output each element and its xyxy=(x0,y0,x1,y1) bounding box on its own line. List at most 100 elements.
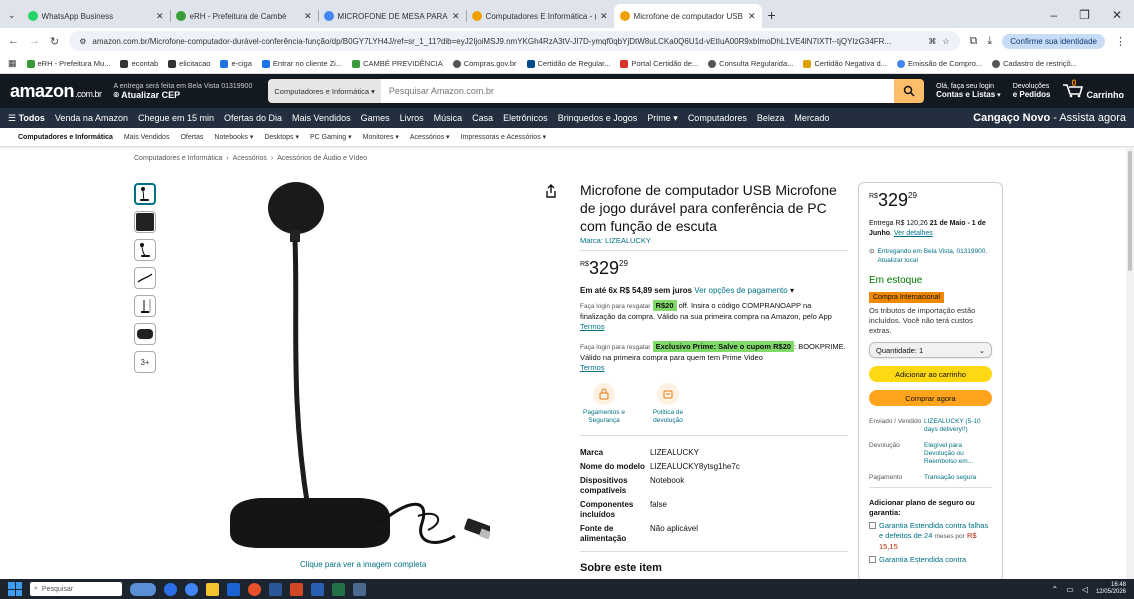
payment-link[interactable]: Transação segura xyxy=(924,474,992,482)
windows-start-icon[interactable] xyxy=(8,582,22,596)
search-category-select[interactable]: Computadores e Informática ▾ xyxy=(268,79,381,103)
bookmark-item[interactable]: CAMBÉ PREVIDÊNCIA xyxy=(352,59,443,68)
nav-item[interactable]: Casa xyxy=(472,113,493,123)
minimize-icon[interactable]: – xyxy=(1050,8,1057,22)
nav-item[interactable]: Chegue em 15 min xyxy=(138,113,214,123)
excel-icon[interactable] xyxy=(332,582,345,596)
return-link[interactable]: Elegível para Devolução ou Reembolso em.… xyxy=(924,442,992,466)
thumbnail[interactable] xyxy=(134,239,156,261)
tab-amazon-product[interactable]: Microfone de computador USB ✕ xyxy=(613,4,762,28)
nav-item[interactable]: Eletrônicos xyxy=(503,113,548,123)
breadcrumb-item[interactable]: Acessórios de Áudio e Vídeo xyxy=(277,155,367,162)
new-tab-button[interactable]: + xyxy=(768,7,776,23)
nav-item[interactable]: Mercado xyxy=(794,113,829,123)
close-icon[interactable]: ✕ xyxy=(156,11,164,22)
word-icon[interactable] xyxy=(269,582,282,596)
close-icon[interactable]: ✕ xyxy=(304,11,312,22)
reload-icon[interactable]: ↻ xyxy=(50,35,59,48)
thumbnail[interactable] xyxy=(134,323,156,345)
amazon-logo[interactable]: amazon .com.br xyxy=(10,81,102,102)
terms-link[interactable]: Termos xyxy=(580,322,605,331)
weather-widget-icon[interactable] xyxy=(130,582,156,596)
breadcrumb-item[interactable]: Computadores e Informática xyxy=(134,155,222,162)
nav-item[interactable]: Ofertas do Dia xyxy=(224,113,282,123)
bookmark-item[interactable]: Certidão Negativa d... xyxy=(803,59,887,68)
volume-icon[interactable]: ◁ xyxy=(1082,585,1088,593)
extensions-icon[interactable]: ⧉ xyxy=(970,35,978,48)
bookmark-item[interactable]: econtab xyxy=(120,59,158,68)
delivery-location[interactable]: A entrega será feita em Bela Vista 01319… xyxy=(114,82,253,101)
delivery-location-link[interactable]: ⊙ Entregando em Bela Vista, 01319900. At… xyxy=(869,247,992,265)
thumbnail[interactable] xyxy=(134,183,156,205)
subnav-item[interactable]: Monitores ▾ xyxy=(363,133,399,141)
site-info-icon[interactable]: ⚙ xyxy=(79,37,86,46)
search-button[interactable] xyxy=(894,79,925,103)
terms-link[interactable]: Termos xyxy=(580,363,605,372)
subnav-item[interactable]: Mais Vendidos xyxy=(124,134,170,141)
more-images-button[interactable]: 3+ xyxy=(134,351,156,373)
return-policy-feature[interactable]: Política de devolução xyxy=(644,383,692,425)
nav-item[interactable]: Mais Vendidos xyxy=(292,113,351,123)
payment-options-link[interactable]: Ver opções de pagamento xyxy=(694,286,787,295)
seller-link[interactable]: LIZEALUCKY (5-10 days delivery!!) xyxy=(924,418,992,434)
restore-icon[interactable]: ❐ xyxy=(1079,8,1090,22)
chevron-down-icon[interactable]: ▾ xyxy=(790,286,794,295)
subnav-item[interactable]: Notebooks ▾ xyxy=(214,133,253,141)
bookmark-item[interactable]: Consulta Regularida... xyxy=(708,59,793,68)
nav-item[interactable]: Livros xyxy=(400,113,424,123)
edge-icon[interactable] xyxy=(164,582,177,596)
nav-item-todos[interactable]: ☰ Todos xyxy=(8,113,45,124)
coupon-badge[interactable]: R$20 xyxy=(652,300,677,311)
search-input[interactable] xyxy=(380,79,895,103)
tab-whatsapp[interactable]: WhatsApp Business ✕ xyxy=(22,4,170,28)
thumbnail[interactable] xyxy=(134,295,156,317)
nav-item[interactable]: Computadores xyxy=(688,113,747,123)
nav-item[interactable]: Brinquedos e Jogos xyxy=(558,113,638,123)
bookmark-item[interactable]: eRH - Prefeitura Mu... xyxy=(26,59,110,68)
tab-erh[interactable]: eRH - Prefeitura de Cambé ✕ xyxy=(169,4,318,28)
menu-kebab-icon[interactable]: ⋮ xyxy=(1115,35,1126,48)
url-field[interactable]: ⚙ amazon.com.br/Microfone-computador-dur… xyxy=(69,31,960,51)
add-to-cart-button[interactable]: Adicionar ao carrinho xyxy=(869,366,992,382)
nav-item[interactable]: Games xyxy=(361,113,390,123)
bookmark-item[interactable]: elicitacao xyxy=(168,59,210,68)
pdf-icon[interactable] xyxy=(290,582,303,596)
chrome-icon[interactable] xyxy=(185,582,198,596)
tab-amazon-category[interactable]: Computadores E Informática - ( ✕ xyxy=(465,4,614,28)
page-scrollbar[interactable] xyxy=(1126,147,1134,579)
subnav-item[interactable]: Computadores e Informática xyxy=(18,134,113,141)
close-window-icon[interactable]: ✕ xyxy=(1112,8,1122,22)
nav-item[interactable]: Música xyxy=(434,113,463,123)
checkbox[interactable] xyxy=(869,556,876,563)
tab-list-chevron-icon[interactable]: ⌄ xyxy=(8,10,16,21)
nav-item[interactable]: Venda na Amazon xyxy=(55,113,128,123)
checkbox[interactable] xyxy=(869,522,876,529)
payment-security-feature[interactable]: Pagamentos e Segurança xyxy=(580,383,628,425)
breadcrumb-item[interactable]: Acessórios xyxy=(233,155,267,162)
download-icon[interactable]: ⤓ xyxy=(987,35,992,48)
tab-google-search[interactable]: MICROFONE DE MESA PARA C( ✕ xyxy=(317,4,466,28)
nav-promo[interactable]: Cangaço Novo - Assista agora xyxy=(973,112,1126,124)
store-icon[interactable] xyxy=(227,582,240,596)
identity-button[interactable]: Confirme sua identidade xyxy=(1002,33,1105,49)
subnav-item[interactable]: Desktops ▾ xyxy=(264,133,299,141)
account-lists-link[interactable]: Olá, faça seu login Contas e Listas ▾ xyxy=(936,83,1001,100)
file-explorer-icon[interactable] xyxy=(206,582,219,596)
thumbnail[interactable] xyxy=(134,211,156,233)
bookmark-item[interactable]: Certidão de Regular... xyxy=(526,59,610,68)
quantity-select[interactable]: Quantidade: 1 ⌄ xyxy=(869,342,992,358)
delivery-details-link[interactable]: Ver detalhes xyxy=(894,230,933,237)
back-icon[interactable]: ← xyxy=(8,35,19,47)
protection-plan-option[interactable]: Garantia Estendida contra xyxy=(869,555,992,565)
share-icon[interactable] xyxy=(545,184,557,203)
network-icon[interactable]: ▭ xyxy=(1066,585,1074,593)
subnav-item[interactable]: Ofertas xyxy=(180,134,203,141)
subnav-item[interactable]: Impressoras e Acessórios ▾ xyxy=(461,133,547,141)
translate-icon[interactable]: ⌘ xyxy=(928,37,936,46)
taskbar-search[interactable]: ⌕ Pesquisar xyxy=(30,582,122,596)
close-icon[interactable]: ✕ xyxy=(452,11,460,22)
apps-grid-icon[interactable]: ▦ xyxy=(8,58,17,69)
bookmark-item[interactable]: Portal Certidão de... xyxy=(620,59,698,68)
thumbnail[interactable] xyxy=(134,267,156,289)
buy-now-button[interactable]: Comprar agora xyxy=(869,390,992,406)
